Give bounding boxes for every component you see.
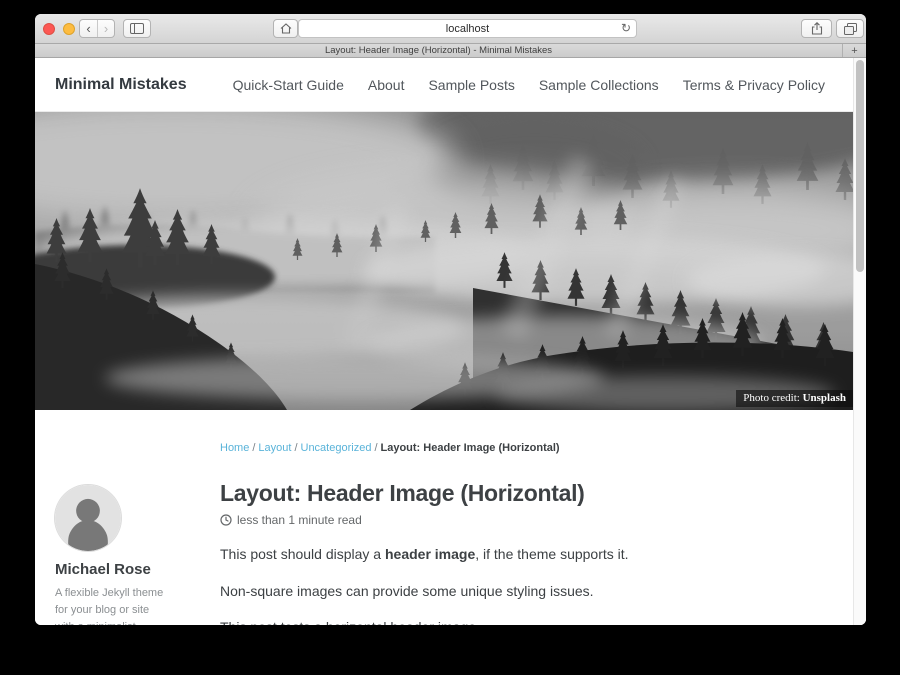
post-paragraph: Non-square images can provide some uniqu… xyxy=(220,581,813,603)
breadcrumb: Home/Layout/Uncategorized/Layout: Header… xyxy=(220,442,813,454)
site-title-link[interactable]: Minimal Mistakes xyxy=(55,76,187,94)
tab-overview-button[interactable] xyxy=(836,19,864,38)
breadcrumb-link-home[interactable]: Home xyxy=(220,442,249,454)
clock-icon xyxy=(220,514,232,526)
scrollbar[interactable] xyxy=(853,58,866,625)
close-window-button[interactable] xyxy=(43,23,55,35)
home-icon xyxy=(280,23,292,34)
breadcrumb-separator: / xyxy=(252,442,255,454)
address-bar[interactable]: localhost ↻ xyxy=(298,19,637,38)
post-title: Layout: Header Image (Horizontal) xyxy=(220,480,813,507)
nav-item-quick-start-guide[interactable]: Quick-Start Guide xyxy=(233,77,344,93)
breadcrumb-link-layout[interactable]: Layout xyxy=(258,442,291,454)
header-image: Photo credit: Unsplash xyxy=(35,112,853,410)
breadcrumb-current: Layout: Header Image (Horizontal) xyxy=(381,442,560,454)
history-navigation: ‹ › xyxy=(79,19,115,38)
foggy-forest-illustration xyxy=(35,112,853,410)
sidebar-toggle-button[interactable] xyxy=(123,19,151,38)
site-masthead: Minimal Mistakes Quick-Start Guide About… xyxy=(35,58,853,112)
share-icon xyxy=(811,22,823,35)
breadcrumb-link-uncategorized[interactable]: Uncategorized xyxy=(301,442,372,454)
author-sidebar: Michael Rose A flexible Jekyll theme for… xyxy=(55,410,185,625)
post-meta: less than 1 minute read xyxy=(220,513,813,527)
nav-item-terms-privacy[interactable]: Terms & Privacy Policy xyxy=(683,77,825,93)
post-main: Home/Layout/Uncategorized/Layout: Header… xyxy=(220,410,853,625)
caption-source-link[interactable]: Unsplash xyxy=(803,392,846,404)
read-time: less than 1 minute read xyxy=(237,513,362,527)
nav-item-sample-collections[interactable]: Sample Collections xyxy=(539,77,659,93)
post-paragraph: This post tests a horizontal header imag… xyxy=(220,617,813,625)
back-button[interactable]: ‹ xyxy=(80,20,97,37)
refresh-icon[interactable]: ↻ xyxy=(621,21,631,35)
author-avatar xyxy=(55,485,121,551)
photo-credit-caption: Photo credit: Unsplash xyxy=(736,390,853,407)
author-bio: A flexible Jekyll theme for your blog or… xyxy=(55,585,167,625)
tabs-icon xyxy=(844,23,857,35)
share-button[interactable] xyxy=(801,19,832,38)
browser-window: ‹ › localhost ↻ xyxy=(35,14,866,625)
nav-item-about[interactable]: About xyxy=(368,77,405,93)
sidebar-icon xyxy=(130,23,144,34)
avatar-placeholder-icon xyxy=(55,485,121,551)
address-bar-url: localhost xyxy=(446,23,489,35)
forward-button[interactable]: › xyxy=(97,20,114,37)
browser-toolbar: ‹ › localhost ↻ xyxy=(35,14,866,44)
caption-prefix: Photo credit: xyxy=(743,392,800,404)
breadcrumb-separator: / xyxy=(374,442,377,454)
page-viewport: Minimal Mistakes Quick-Start Guide About… xyxy=(35,58,866,625)
author-name: Michael Rose xyxy=(55,561,185,578)
site-navigation: Quick-Start Guide About Sample Posts Sam… xyxy=(233,77,825,93)
scrollbar-thumb[interactable] xyxy=(856,60,864,272)
paragraph-text: This post should display a xyxy=(220,546,385,562)
tab-bar: Layout: Header Image (Horizontal) - Mini… xyxy=(35,44,866,58)
tab-title: Layout: Header Image (Horizontal) - Mini… xyxy=(325,45,552,56)
nav-item-sample-posts[interactable]: Sample Posts xyxy=(428,77,514,93)
paragraph-bold-text: header image xyxy=(385,546,475,562)
paragraph-text: , if the theme supports it. xyxy=(475,546,628,562)
home-button[interactable] xyxy=(273,19,298,38)
post-paragraph: This post should display a header image,… xyxy=(220,544,813,566)
new-tab-button[interactable]: + xyxy=(842,44,866,57)
active-tab[interactable]: Layout: Header Image (Horizontal) - Mini… xyxy=(35,44,842,57)
minimize-window-button[interactable] xyxy=(63,23,75,35)
breadcrumb-separator: / xyxy=(294,442,297,454)
